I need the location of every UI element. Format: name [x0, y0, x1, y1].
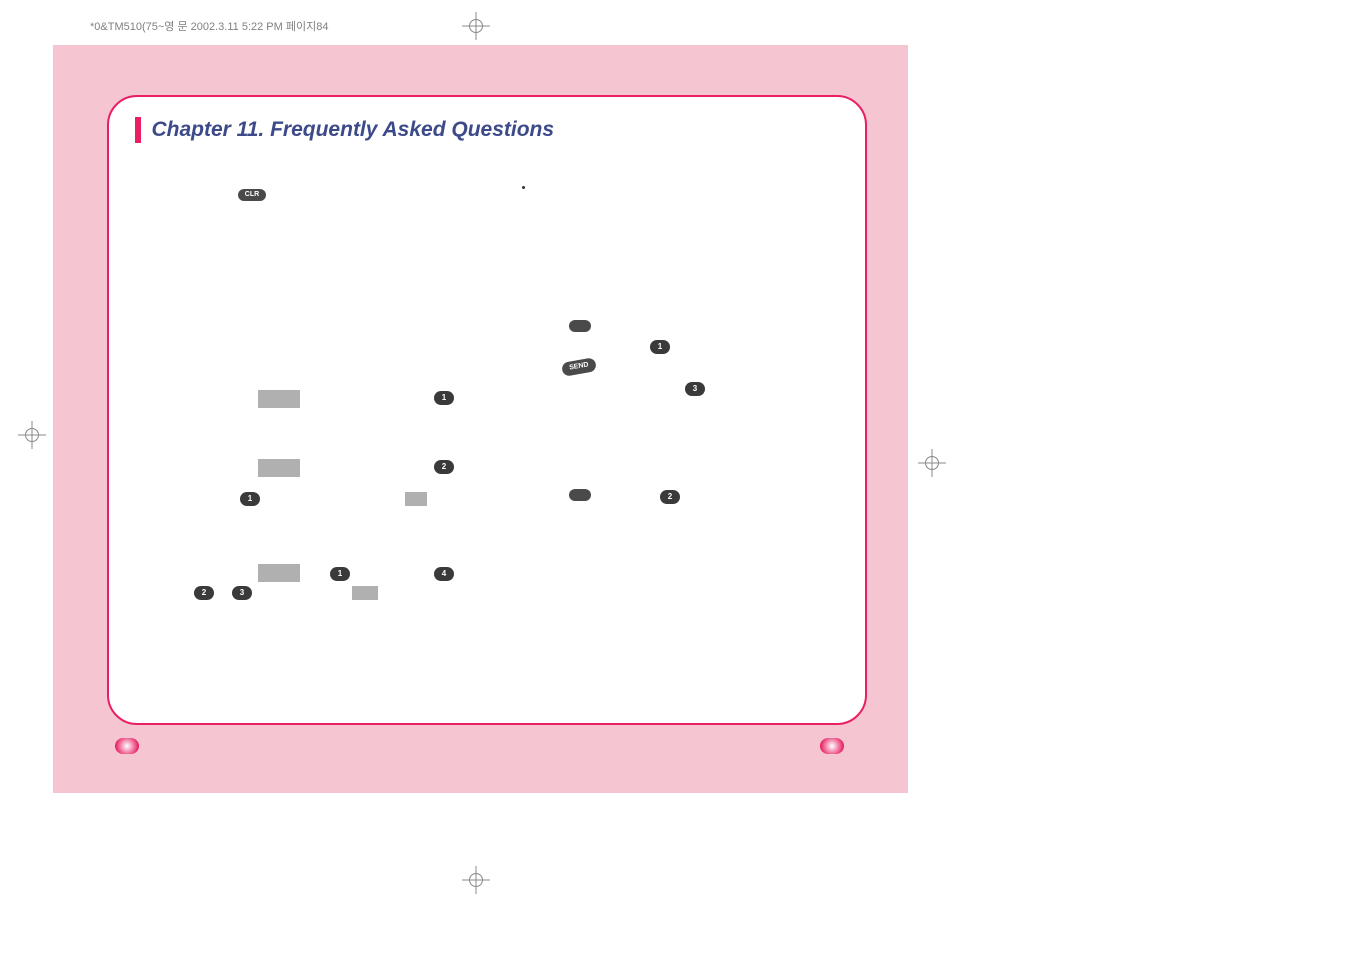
keypad-4-icon: 4: [434, 567, 454, 581]
registration-mark-right: [918, 449, 946, 477]
registration-mark-bottom: [462, 866, 490, 894]
content-panel: [107, 95, 867, 725]
keypad-1-icon: 1: [434, 391, 454, 405]
menu-key-placeholder: [258, 459, 300, 477]
bullet-dot: [522, 186, 525, 189]
ok-key-placeholder: [405, 492, 427, 506]
title-marker: [135, 117, 141, 143]
registration-mark-top: [462, 12, 490, 40]
menu-key-placeholder: [258, 564, 300, 582]
chapter-title: Chapter 11. Frequently Asked Questions: [151, 118, 554, 142]
keypad-1-icon: 1: [330, 567, 350, 581]
keypad-3-icon: 3: [685, 382, 705, 396]
menu-key-placeholder: [258, 390, 300, 408]
nav-key-icon: [569, 489, 591, 501]
nav-key-icon: [569, 320, 591, 332]
page-number-right: [820, 738, 844, 754]
keypad-2-icon: 2: [434, 460, 454, 474]
keypad-2-icon: 2: [194, 586, 214, 600]
clr-key-icon: CLR: [238, 189, 266, 201]
keypad-2-icon: 2: [660, 490, 680, 504]
header-meta: *0&TM510(75~영 문 2002.3.11 5:22 PM 페이지84: [90, 18, 328, 34]
keypad-1-icon: 1: [650, 340, 670, 354]
chapter-title-badge: Chapter 11. Frequently Asked Questions: [125, 113, 572, 147]
keypad-3-icon: 3: [232, 586, 252, 600]
keypad-1-icon: 1: [240, 492, 260, 506]
page-number-left: [115, 738, 139, 754]
registration-mark-left: [18, 421, 46, 449]
ok-key-placeholder: [352, 586, 378, 600]
